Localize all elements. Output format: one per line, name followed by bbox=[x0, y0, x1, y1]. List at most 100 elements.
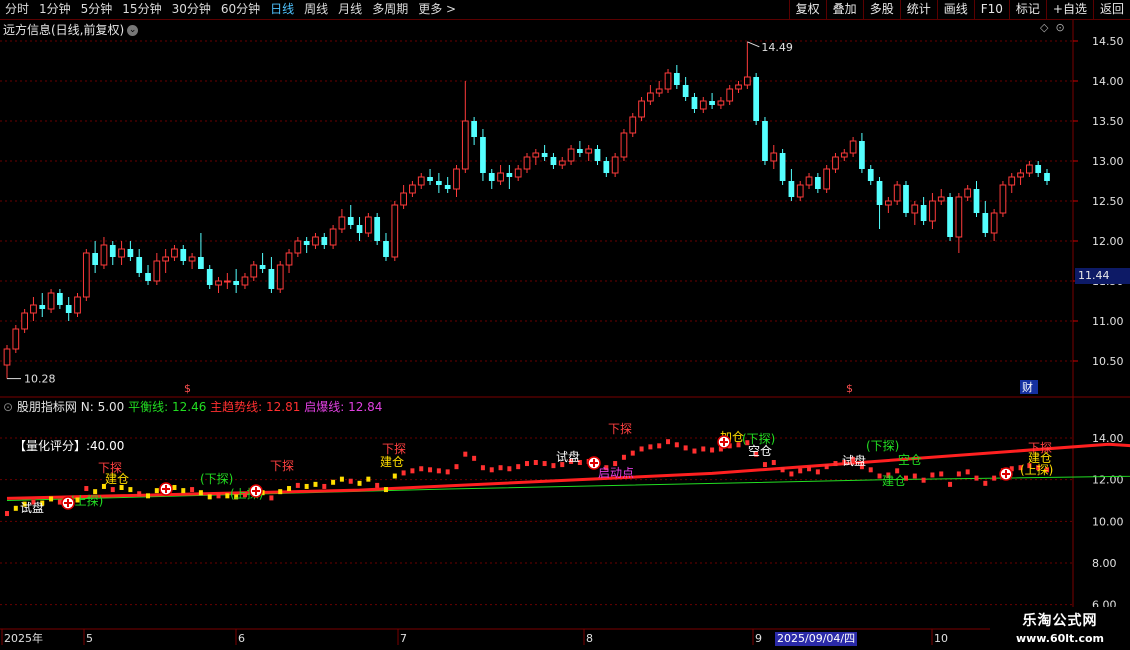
indicator-bar bbox=[983, 480, 988, 486]
indicator-bar bbox=[410, 468, 415, 474]
indicator-bar bbox=[216, 493, 221, 499]
candle-body bbox=[937, 196, 945, 202]
indicator-title[interactable]: ⊙ 股朋指标网 N: 5.00 平衡线: 12.46 主趋势线: 12.81 启… bbox=[3, 398, 382, 415]
candle-body bbox=[849, 140, 857, 154]
candle-body bbox=[3, 348, 11, 366]
candle-body bbox=[312, 236, 319, 246]
candle-body bbox=[47, 292, 55, 310]
indicator-annotation: 建仓 bbox=[882, 474, 906, 488]
indicator-bar bbox=[49, 496, 54, 502]
chevron-down-icon[interactable]: ⌄ bbox=[127, 25, 139, 36]
indicator-bar bbox=[225, 493, 230, 499]
candle-body bbox=[1035, 165, 1042, 173]
candle-body bbox=[903, 185, 909, 213]
indicator-bar bbox=[824, 464, 829, 470]
x-tick-label: 2025年 bbox=[4, 631, 43, 645]
indicator-bar bbox=[780, 467, 785, 473]
main-y-tick-label: 13.50 bbox=[1092, 115, 1124, 128]
candle-body bbox=[805, 176, 813, 186]
candle-body bbox=[303, 241, 310, 245]
candle-body bbox=[206, 269, 213, 285]
candle-body bbox=[514, 168, 522, 178]
indicator-bar bbox=[428, 467, 433, 473]
indicator-bar bbox=[401, 470, 406, 476]
candle-body bbox=[999, 184, 1007, 214]
candle-body bbox=[796, 184, 804, 198]
candle-body bbox=[955, 196, 963, 238]
x-tick-label: 5 bbox=[86, 632, 93, 645]
candle-body bbox=[145, 273, 151, 281]
indicator-annotation: 建仓 bbox=[380, 455, 404, 469]
indicator-bar bbox=[339, 476, 344, 482]
indicator-bar bbox=[198, 490, 203, 496]
candle-body bbox=[638, 100, 645, 118]
indicator-bar bbox=[128, 487, 133, 493]
chart-canvas[interactable]: 14.5014.0013.5013.0012.5012.0011.5011.00… bbox=[0, 0, 1130, 650]
indicator-bar bbox=[621, 454, 626, 460]
candle-body bbox=[691, 97, 698, 109]
candle-body bbox=[1026, 164, 1033, 174]
indicator-param-n: N: 5.00 bbox=[80, 400, 125, 414]
candle-body bbox=[12, 328, 20, 350]
indicator-annotation: 下探 bbox=[270, 459, 294, 473]
candle-body bbox=[453, 168, 460, 190]
candle-body bbox=[982, 213, 989, 233]
candle-body bbox=[109, 245, 116, 257]
main-y-tick-label: 12.00 bbox=[1092, 235, 1124, 248]
indicator-bar bbox=[630, 450, 635, 456]
candle-body bbox=[682, 85, 689, 97]
indicator-bar bbox=[207, 494, 212, 500]
candle-body bbox=[770, 152, 778, 162]
main-y-tick-label: 10.50 bbox=[1092, 355, 1124, 368]
indicator-bar bbox=[190, 487, 195, 493]
candle-body bbox=[823, 168, 831, 190]
indicator-bar bbox=[5, 511, 9, 517]
indicator-annotation: 试盘 bbox=[20, 500, 44, 515]
indicator-bar bbox=[366, 476, 371, 482]
gear-icon[interactable]: ⊙ bbox=[3, 400, 13, 414]
candle-body bbox=[911, 204, 919, 214]
indicator-bar bbox=[683, 445, 688, 451]
candle-body bbox=[1008, 176, 1016, 186]
candle-body bbox=[726, 88, 734, 102]
indicator-bar bbox=[489, 467, 494, 473]
candle-body bbox=[964, 188, 972, 198]
settings-icon[interactable]: ⊙ bbox=[1055, 21, 1064, 34]
burst-line-value: 启爆线: 12.84 bbox=[304, 400, 383, 414]
candle-body bbox=[585, 148, 593, 154]
candle-body bbox=[788, 181, 795, 197]
candle-body bbox=[136, 257, 143, 273]
candle-body bbox=[39, 305, 46, 309]
chart-corner-controls[interactable]: ◇ ⊙ bbox=[1040, 21, 1065, 34]
main-y-tick-label: 11.00 bbox=[1092, 315, 1124, 328]
indicator-bar bbox=[974, 475, 979, 481]
current-price-marker: 11.44 bbox=[1075, 268, 1130, 284]
indicator-bar bbox=[419, 466, 424, 472]
candle-body bbox=[709, 101, 715, 105]
indicator-annotation: 下探 bbox=[382, 442, 406, 456]
indicator-bar bbox=[657, 443, 662, 449]
candle-body bbox=[603, 161, 610, 173]
candle-body bbox=[374, 217, 381, 241]
indicator-bar bbox=[895, 468, 900, 474]
indicator-bar bbox=[525, 461, 529, 467]
candle-body bbox=[840, 152, 848, 158]
low-price-label: 10.28 bbox=[24, 373, 56, 386]
main-y-tick-label: 14.00 bbox=[1092, 75, 1124, 88]
high-pointer bbox=[747, 41, 760, 48]
x-tick-label: 10 bbox=[934, 632, 948, 645]
x-tick-label: 7 bbox=[400, 632, 407, 645]
indicator-bar bbox=[154, 488, 159, 494]
candle-body bbox=[329, 228, 337, 246]
diamond-icon[interactable]: ◇ bbox=[1040, 21, 1048, 34]
candle-body bbox=[1017, 172, 1024, 178]
candle-body bbox=[814, 177, 821, 189]
candle-body bbox=[506, 173, 513, 177]
main-chart-title[interactable]: 远方信息(日线,前复权) ⌄ bbox=[3, 21, 139, 38]
watermark-logo-text: 乐淘公式网 bbox=[1022, 613, 1098, 629]
indicator-bar bbox=[833, 461, 838, 467]
indicator-bar bbox=[375, 482, 380, 488]
indicator-bar bbox=[807, 466, 812, 472]
candle-body bbox=[990, 212, 998, 234]
candle-body bbox=[383, 241, 389, 257]
